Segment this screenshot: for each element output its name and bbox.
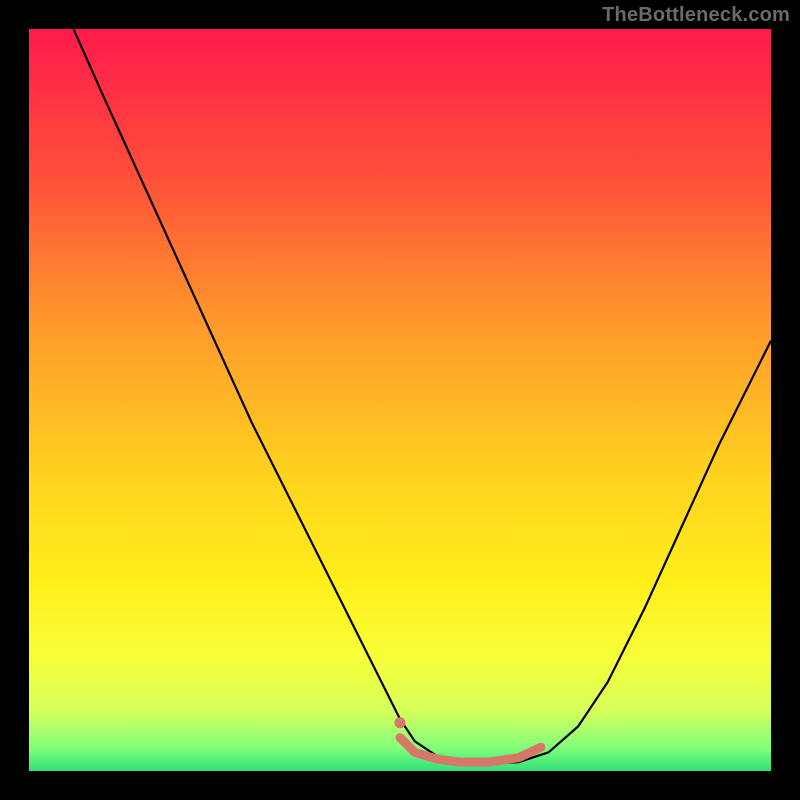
gradient-background [29,29,771,771]
chart-frame: TheBottleneck.com [0,0,800,800]
attribution-label: TheBottleneck.com [602,4,790,27]
marker-layer [395,717,406,728]
highlight-start-dot [395,717,406,728]
chart-svg [29,29,771,771]
plot-area [29,29,771,771]
